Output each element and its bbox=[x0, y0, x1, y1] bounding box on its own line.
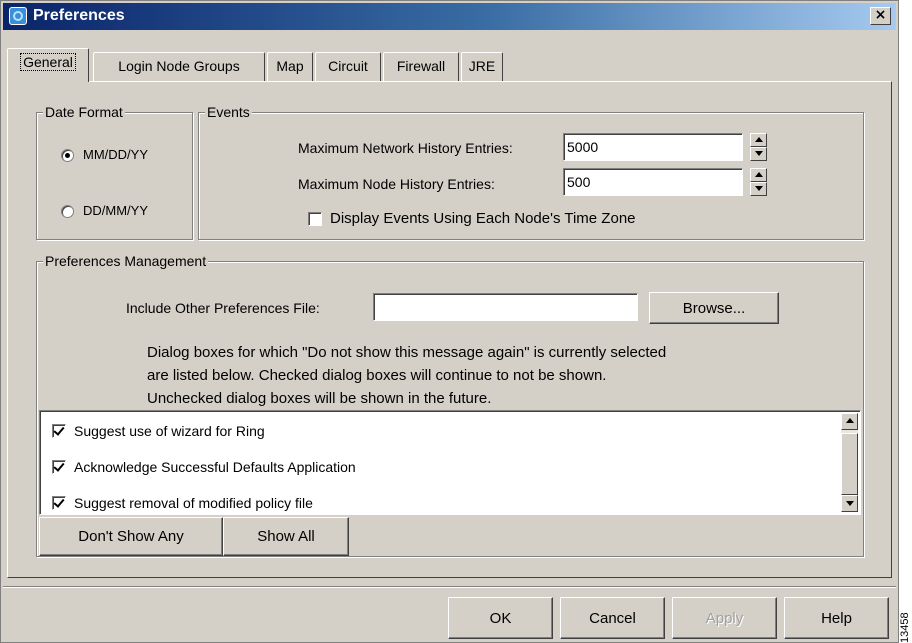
spinner-up-button[interactable] bbox=[750, 133, 767, 147]
close-icon: × bbox=[874, 7, 887, 23]
radio-ddmmyy-label: DD/MM/YY bbox=[83, 203, 148, 218]
close-button[interactable]: × bbox=[870, 7, 891, 25]
scroll-down-button[interactable] bbox=[841, 495, 858, 512]
list-scrollbar[interactable] bbox=[841, 413, 858, 512]
date-format-group: Date Format MM/DD/YY DD/MM/YY bbox=[36, 103, 193, 240]
spinner-up-button[interactable] bbox=[750, 168, 767, 182]
max-node-history-label: Maximum Node History Entries: bbox=[298, 176, 495, 192]
dialog-checkbox[interactable] bbox=[52, 496, 66, 510]
tab-label: Firewall bbox=[396, 58, 446, 74]
show-all-button[interactable]: Show All bbox=[223, 517, 349, 556]
include-file-input[interactable] bbox=[373, 293, 638, 321]
figure-id: 134587 bbox=[899, 612, 911, 643]
arrow-up-icon bbox=[755, 137, 763, 142]
app-icon bbox=[9, 7, 27, 25]
preferences-window: Preferences × General Login Node Groups … bbox=[0, 0, 899, 643]
spinner-down-button[interactable] bbox=[750, 182, 767, 196]
tab-circuit[interactable]: Circuit bbox=[315, 52, 381, 81]
ok-button[interactable]: OK bbox=[448, 597, 553, 639]
tab-label: Login Node Groups bbox=[118, 58, 240, 74]
browse-button[interactable]: Browse... bbox=[649, 292, 779, 324]
tab-general[interactable]: General bbox=[7, 48, 89, 82]
date-format-legend: Date Format bbox=[43, 103, 125, 121]
dont-show-any-button[interactable]: Don't Show Any bbox=[39, 517, 223, 556]
arrow-down-icon bbox=[755, 151, 763, 156]
list-item-label: Suggest use of wizard for Ring bbox=[74, 423, 265, 439]
tab-label: Circuit bbox=[328, 58, 368, 74]
spinner-down-button[interactable] bbox=[750, 147, 767, 161]
footer-separator bbox=[3, 586, 896, 588]
arrow-up-icon bbox=[846, 418, 854, 423]
events-group: Events Maximum Network History Entries: … bbox=[198, 103, 864, 240]
tab-label: Map bbox=[276, 58, 304, 74]
arrow-up-icon bbox=[755, 172, 763, 177]
window-title: Preferences bbox=[33, 7, 125, 24]
title-bar[interactable]: Preferences × bbox=[3, 3, 896, 30]
display-time-zone-label: Display Events Using Each Node's Time Zo… bbox=[330, 210, 636, 227]
tab-jre[interactable]: JRE bbox=[461, 52, 503, 81]
events-legend: Events bbox=[205, 103, 252, 121]
dialog-list[interactable]: Suggest use of wizard for Ring Acknowled… bbox=[39, 410, 861, 515]
radio-ddmmyy[interactable] bbox=[61, 205, 74, 218]
max-node-history-input[interactable]: 500 bbox=[563, 168, 743, 196]
info-text-line-1: Dialog boxes for which "Do not show this… bbox=[147, 344, 667, 361]
tab-label: JRE bbox=[468, 58, 496, 74]
cancel-button[interactable]: Cancel bbox=[560, 597, 665, 639]
apply-button[interactable]: Apply bbox=[672, 597, 777, 639]
dialog-checkbox[interactable] bbox=[52, 460, 66, 474]
help-button[interactable]: Help bbox=[784, 597, 889, 639]
dialog-checkbox[interactable] bbox=[52, 424, 66, 438]
max-network-history-input[interactable]: 5000 bbox=[563, 133, 743, 161]
display-time-zone-checkbox[interactable] bbox=[308, 212, 322, 226]
tab-label: General bbox=[20, 53, 76, 71]
info-text-line-2: are listed below. Checked dialog boxes w… bbox=[147, 367, 607, 384]
scroll-up-button[interactable] bbox=[841, 413, 858, 430]
max-network-history-label: Maximum Network History Entries: bbox=[298, 140, 513, 156]
list-item-label: Acknowledge Successful Defaults Applicat… bbox=[74, 459, 356, 475]
tab-login-node-groups[interactable]: Login Node Groups bbox=[93, 52, 265, 81]
include-file-label: Include Other Preferences File: bbox=[126, 300, 320, 316]
max-network-history-spinner bbox=[750, 133, 767, 161]
list-item-label: Suggest removal of modified policy file bbox=[74, 495, 313, 511]
tab-firewall[interactable]: Firewall bbox=[383, 52, 459, 81]
tab-map[interactable]: Map bbox=[267, 52, 313, 81]
scroll-thumb[interactable] bbox=[841, 433, 858, 495]
arrow-down-icon bbox=[755, 186, 763, 191]
radio-mmddyy[interactable] bbox=[61, 149, 74, 162]
max-node-history-spinner bbox=[750, 168, 767, 196]
info-text-line-3: Unchecked dialog boxes will be shown in … bbox=[147, 390, 492, 407]
radio-mmddyy-label: MM/DD/YY bbox=[83, 147, 148, 162]
arrow-down-icon bbox=[846, 501, 854, 506]
preferences-management-legend: Preferences Management bbox=[43, 252, 209, 270]
